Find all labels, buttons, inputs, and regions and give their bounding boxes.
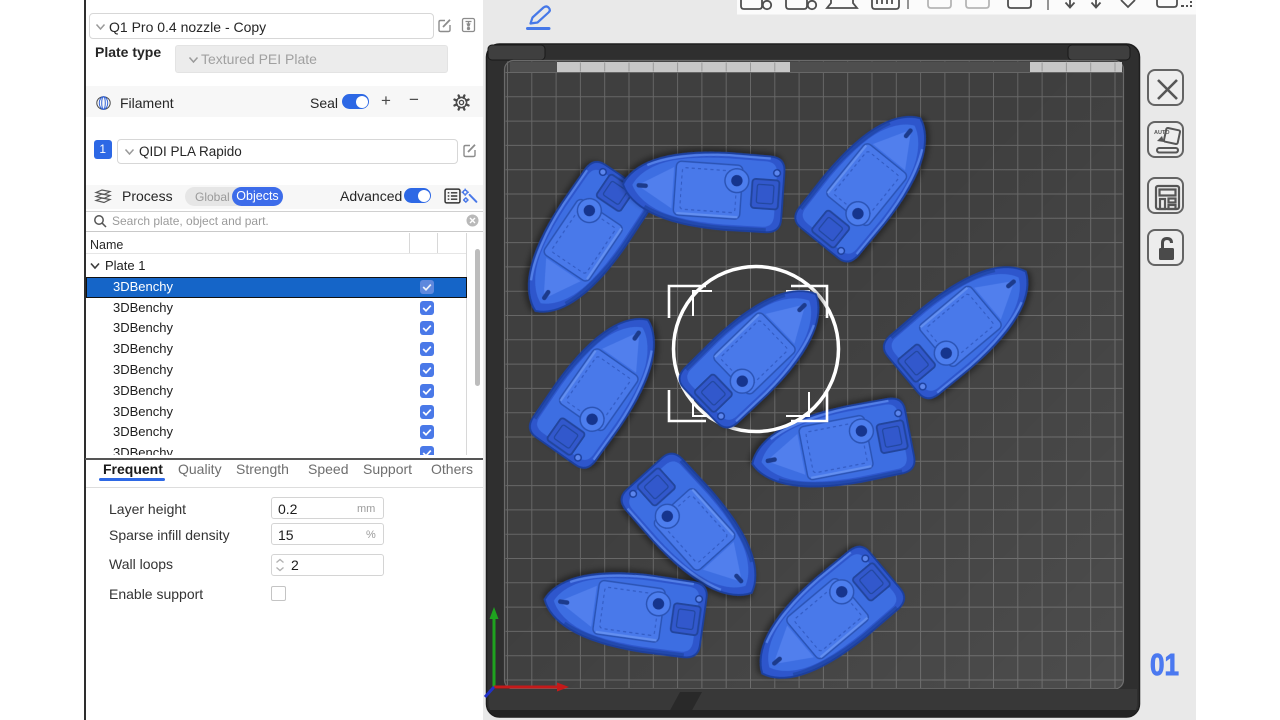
svg-text:AUTO: AUTO <box>1154 130 1170 136</box>
